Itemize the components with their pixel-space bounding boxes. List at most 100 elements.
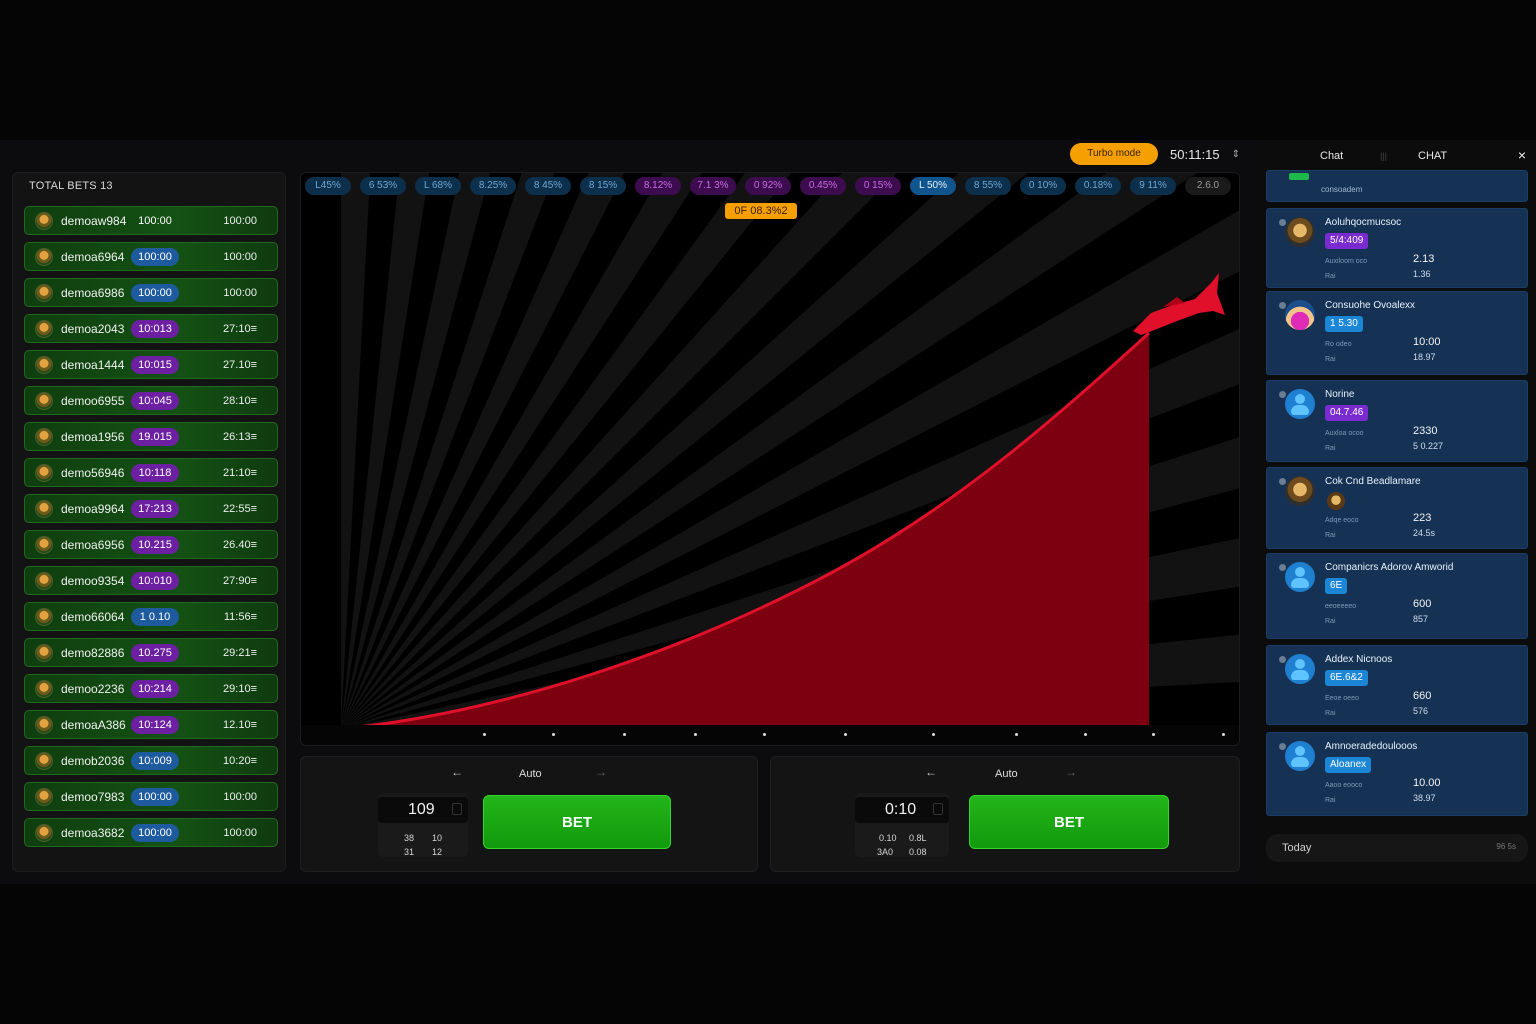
bet-amount-chip: 10:124 [131,715,179,734]
history-pill[interactable]: 2.6.0 [1185,177,1231,195]
x-axis-dots [301,725,1239,745]
history-pill[interactable]: L 68% [415,177,461,195]
auto-mode-label[interactable]: Auto [519,768,542,780]
bet-amount-chip: 10:010 [131,571,179,590]
chat-value: 2.13 [1413,253,1435,265]
history-pill[interactable]: 8 15% [580,177,626,195]
auto-mode-label[interactable]: Auto [995,768,1018,780]
chat-value: 857 [1413,614,1429,624]
history-pill[interactable]: 9 11% [1130,177,1176,195]
bet-username: demo66064 [61,609,125,624]
quick-amount[interactable]: 10 [432,833,442,843]
bet-amount-chip: 10:015 [131,355,179,374]
bet-amount-chip: 100:00 [131,283,179,302]
bet-username: demoaA386 [61,717,126,732]
close-icon[interactable]: × [1518,147,1526,163]
history-pill[interactable]: 8.12% [635,177,681,195]
bet-button[interactable]: BET [483,795,671,849]
tab-chat-all[interactable]: CHAT [1418,150,1447,162]
status-dot [1279,564,1286,571]
bet-row: demoo7983 100:00 100:00 [24,782,278,811]
avatar [35,751,53,770]
chat-value: 2330 [1413,425,1438,437]
history-pill[interactable]: 0.18% [1075,177,1121,195]
arrow-left-icon[interactable]: ← [925,765,937,779]
bets-title: TOTAL BETS 13 [29,180,113,192]
quick-amount[interactable]: 31 [404,847,414,857]
history-pill[interactable]: L45% [305,177,351,195]
arrow-left-icon[interactable]: ← [451,765,463,779]
bet-button[interactable]: BET [969,795,1169,849]
message-count: 96 5s [1496,842,1516,851]
bet-amount-chip: 100:00 [131,787,179,806]
chat-bet-tag: Aloanex [1325,757,1372,773]
history-pill[interactable]: 0 92% [745,177,791,195]
bet-win-value: 22:55≡ [223,502,257,515]
quick-amount[interactable]: 0.8L [909,833,927,843]
bet-amount-chip: 100:00 [131,823,179,842]
bet-row: demoa1956 19.015 26:13≡ [24,422,278,451]
chat-tabs: Chat ||| CHAT × [1258,142,1536,170]
quick-amount[interactable]: 3A0 [877,847,893,857]
flight-area [341,333,1149,729]
amount-stepper[interactable]: 0:10 0.10 0.8L 3A0 0.08 [855,793,949,857]
bet-username: demoa9964 [61,501,125,516]
amount-stepper[interactable]: 109 38 10 31 12 [378,793,468,857]
bet-win-value: 10:20≡ [223,754,257,767]
bet-username: demo82886 [61,645,125,660]
chat-message: Amnoeradedoulooos Aloanex Aaoo eooco 10.00 R… [1266,732,1528,816]
chat-input[interactable]: Today 96 5s [1266,834,1528,862]
bet-username: demob2036 [61,753,125,768]
bet-amount-chip: 17:213 [131,499,179,518]
chat-message: Consuohe Ovoalexx 1 5.30 Ro odeo 10:00 Rai 18… [1266,291,1528,375]
chat-value: 1.36 [1413,269,1431,279]
chat-label: Aaoo eooco [1325,782,1363,789]
quick-amount[interactable]: 38 [404,833,414,843]
status-dot [1279,743,1286,750]
bet-username: demoo9354 [61,573,125,588]
bet-username: demoo6955 [61,393,125,408]
flight-chart [311,273,1239,731]
updown-icon[interactable]: ⇕ [1232,149,1240,160]
badge-icon [1289,173,1309,180]
promo-badge[interactable]: Turbo mode [1070,143,1158,165]
history-pill[interactable]: 8.25% [470,177,516,195]
history-pill[interactable]: 0.45% [800,177,846,195]
arrow-right-icon[interactable]: → [595,765,607,779]
quick-amount[interactable]: 12 [432,847,442,857]
chat-message: Addex Nicnoos 6E.6&2 Eeoe oeeo 660 Rai 576 [1266,645,1528,725]
amount-toggle-icon[interactable] [452,803,462,815]
history-pill[interactable]: L 50% [910,177,956,195]
chat-label: Rai [1325,797,1336,804]
amount-toggle-icon[interactable] [933,803,943,815]
bet-username: demoa6986 [61,285,125,300]
history-pill[interactable]: 7.1 3% [690,177,736,195]
chat-label: Rai [1325,618,1336,625]
bet-username: demoa6964 [61,249,125,264]
quick-amount[interactable]: 0.10 [879,833,897,843]
status-dot [1279,391,1286,398]
history-pill[interactable]: 6 53% [360,177,406,195]
chat-label: Rai [1325,356,1336,363]
arrow-right-icon[interactable]: → [1065,765,1077,779]
top-status-bar: Turbo mode 50:11:15 ⇕ [1070,142,1240,166]
tab-chat[interactable]: Chat [1320,150,1343,162]
multiplier-history: L45% 6 53% L 68% 8.25% 8 45% 8 15% 8.12% 7.1 3%… [305,177,1231,197]
status-dot [1279,656,1286,663]
quick-amount[interactable]: 0.08 [909,847,927,857]
history-pill[interactable]: 0 10% [1020,177,1066,195]
bet-win-value: 21:10≡ [223,466,257,479]
history-pill[interactable]: 0 15% [855,177,901,195]
current-multiplier-tag: 0F 08.3%2 [725,203,797,219]
chat-value: 576 [1413,706,1429,716]
bet-row: demoa3682 100:00 100:00 [24,818,278,847]
chat-message: Companicrs Adorov Amworid 6E eeoeeeeo 600 Ra… [1266,553,1528,639]
avatar [35,283,53,302]
bet-amount-chip: 10:214 [131,679,179,698]
game-app: Turbo mode 50:11:15 ⇕ TOTAL BETS 13 demo… [0,140,1536,884]
bet-row: demoo9354 10:010 27:90≡ [24,566,278,595]
history-pill[interactable]: 8 55% [965,177,1011,195]
history-pill[interactable]: 8 45% [525,177,571,195]
bet-row: demoaw984 100:00 100:00 [24,206,278,235]
chat-username: Aoluhqocmucsoc [1325,217,1402,228]
